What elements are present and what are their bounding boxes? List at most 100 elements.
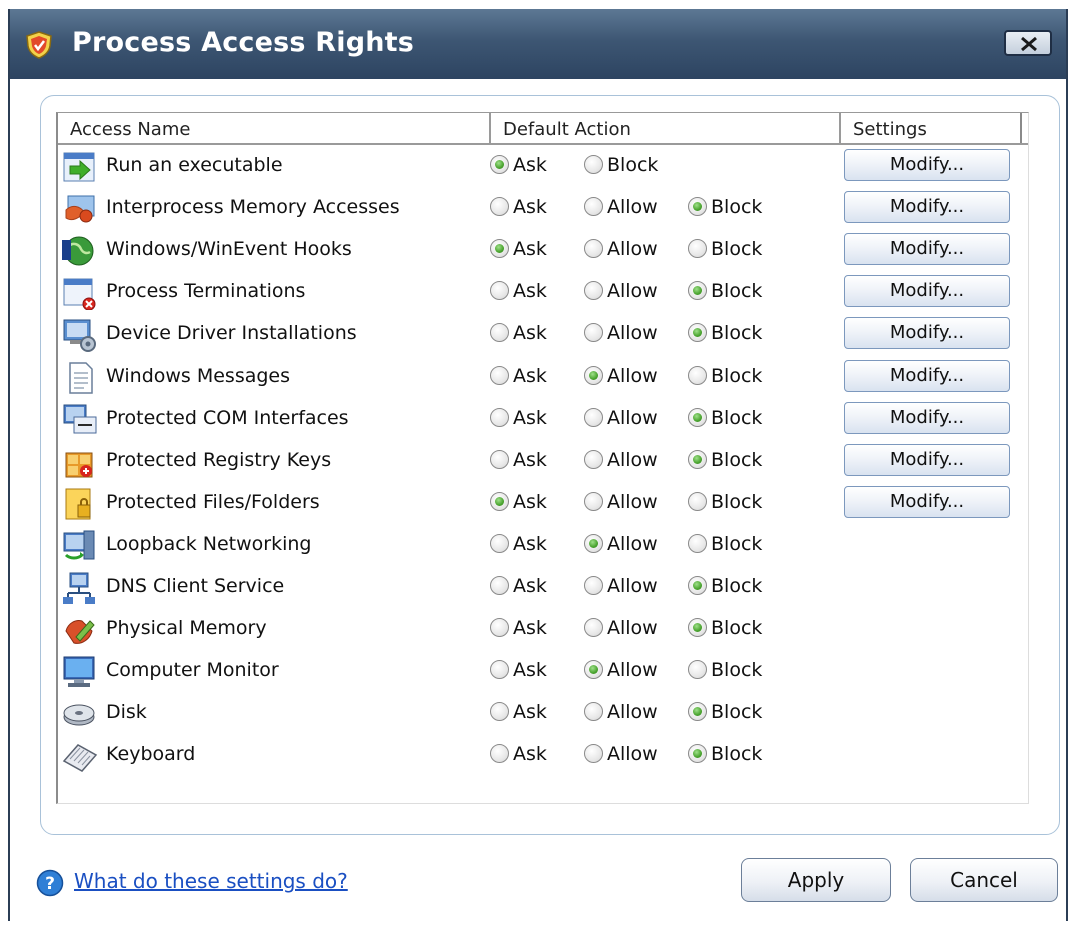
radio-allow[interactable]: Allow <box>584 533 658 555</box>
radio-ask[interactable]: Ask <box>490 449 547 471</box>
radio-button[interactable] <box>490 407 509 427</box>
radio-button[interactable] <box>490 239 509 259</box>
radio-allow[interactable]: Allow <box>584 617 658 639</box>
radio-button[interactable] <box>490 491 509 511</box>
radio-allow[interactable]: Allow <box>584 575 658 597</box>
radio-button[interactable] <box>490 744 509 764</box>
radio-button[interactable] <box>688 702 707 722</box>
radio-ask[interactable]: Ask <box>490 196 547 218</box>
radio-button[interactable] <box>584 407 603 427</box>
radio-allow[interactable]: Allow <box>584 238 658 260</box>
radio-allow[interactable]: Allow <box>584 659 658 681</box>
radio-button[interactable] <box>688 197 707 217</box>
radio-block[interactable]: Block <box>584 154 658 176</box>
radio-button[interactable] <box>688 407 707 427</box>
radio-ask[interactable]: Ask <box>490 575 547 597</box>
radio-block[interactable]: Block <box>688 743 762 765</box>
radio-block[interactable]: Block <box>688 238 762 260</box>
close-button[interactable] <box>1004 30 1052 56</box>
radio-ask[interactable]: Ask <box>490 407 547 429</box>
cancel-button[interactable]: Cancel <box>910 858 1058 902</box>
radio-button[interactable] <box>490 533 509 553</box>
help-link[interactable]: What do these settings do? <box>74 869 348 893</box>
radio-button[interactable] <box>584 533 603 553</box>
radio-ask[interactable]: Ask <box>490 659 547 681</box>
radio-block[interactable]: Block <box>688 617 762 639</box>
radio-button[interactable] <box>584 576 603 595</box>
radio-block[interactable]: Block <box>688 575 762 597</box>
radio-button[interactable] <box>688 323 707 343</box>
radio-block[interactable]: Block <box>688 365 762 387</box>
radio-ask[interactable]: Ask <box>490 280 547 302</box>
column-header-access-name[interactable]: Access Name <box>58 113 491 143</box>
apply-button[interactable]: Apply <box>741 858 891 902</box>
radio-ask[interactable]: Ask <box>490 491 547 513</box>
radio-button[interactable] <box>490 702 509 722</box>
radio-ask[interactable]: Ask <box>490 533 547 555</box>
radio-allow[interactable]: Allow <box>584 196 658 218</box>
modify-button[interactable]: Modify... <box>844 149 1010 181</box>
radio-block[interactable]: Block <box>688 533 762 555</box>
radio-button[interactable] <box>688 365 707 385</box>
radio-button[interactable] <box>688 533 707 553</box>
radio-button[interactable] <box>490 660 509 680</box>
modify-button[interactable]: Modify... <box>844 401 1010 434</box>
radio-button[interactable] <box>584 197 603 217</box>
radio-button[interactable] <box>490 281 509 301</box>
radio-button[interactable] <box>584 744 603 764</box>
radio-button[interactable] <box>490 323 509 343</box>
radio-button[interactable] <box>584 365 603 385</box>
modify-button[interactable]: Modify... <box>844 233 1010 266</box>
modify-button[interactable]: Modify... <box>844 359 1010 392</box>
radio-block[interactable]: Block <box>688 196 762 218</box>
radio-ask[interactable]: Ask <box>490 743 547 765</box>
radio-button[interactable] <box>688 744 707 764</box>
radio-button[interactable] <box>688 491 707 511</box>
radio-allow[interactable]: Allow <box>584 280 658 302</box>
modify-button[interactable]: Modify... <box>844 485 1010 518</box>
radio-button[interactable] <box>688 239 707 259</box>
radio-block[interactable]: Block <box>688 280 762 302</box>
radio-allow[interactable]: Allow <box>584 701 658 723</box>
radio-button[interactable] <box>490 576 509 595</box>
radio-allow[interactable]: Allow <box>584 407 658 429</box>
radio-allow[interactable]: Allow <box>584 449 658 471</box>
radio-button[interactable] <box>688 660 707 680</box>
radio-allow[interactable]: Allow <box>584 365 658 387</box>
radio-button[interactable] <box>584 155 603 174</box>
radio-ask[interactable]: Ask <box>490 322 547 344</box>
radio-button[interactable] <box>584 239 603 259</box>
modify-button[interactable]: Modify... <box>844 275 1010 308</box>
radio-allow[interactable]: Allow <box>584 491 658 513</box>
radio-ask[interactable]: Ask <box>490 701 547 723</box>
radio-ask[interactable]: Ask <box>490 365 547 387</box>
radio-button[interactable] <box>490 365 509 385</box>
modify-button[interactable]: Modify... <box>844 317 1010 350</box>
radio-button[interactable] <box>688 618 707 638</box>
radio-block[interactable]: Block <box>688 407 762 429</box>
radio-button[interactable] <box>688 281 707 301</box>
radio-button[interactable] <box>490 197 509 217</box>
radio-button[interactable] <box>688 576 707 595</box>
radio-button[interactable] <box>688 449 707 469</box>
radio-block[interactable]: Block <box>688 659 762 681</box>
radio-ask[interactable]: Ask <box>490 154 547 176</box>
help-icon[interactable]: ? <box>36 869 64 897</box>
radio-ask[interactable]: Ask <box>490 617 547 639</box>
radio-allow[interactable]: Allow <box>584 743 658 765</box>
radio-button[interactable] <box>584 449 603 469</box>
radio-block[interactable]: Block <box>688 449 762 471</box>
radio-button[interactable] <box>584 660 603 680</box>
radio-button[interactable] <box>584 618 603 638</box>
radio-button[interactable] <box>490 618 509 638</box>
title-bar[interactable]: Process Access Rights <box>10 9 1066 79</box>
radio-block[interactable]: Block <box>688 491 762 513</box>
radio-ask[interactable]: Ask <box>490 238 547 260</box>
radio-button[interactable] <box>584 491 603 511</box>
radio-block[interactable]: Block <box>688 322 762 344</box>
radio-button[interactable] <box>584 323 603 343</box>
radio-button[interactable] <box>584 702 603 722</box>
column-header-default-action[interactable]: Default Action <box>491 113 841 143</box>
radio-block[interactable]: Block <box>688 701 762 723</box>
modify-button[interactable]: Modify... <box>844 443 1010 476</box>
